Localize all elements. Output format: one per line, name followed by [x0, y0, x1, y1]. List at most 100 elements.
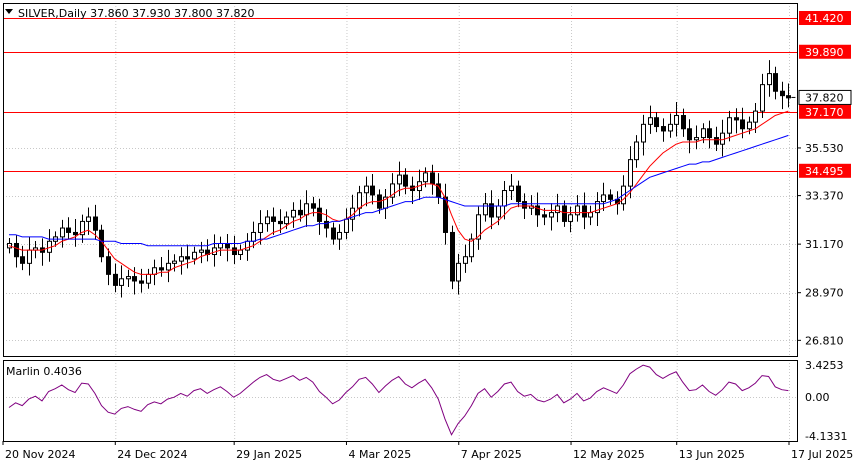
candle-body-down — [654, 117, 659, 128]
candle-body-down — [687, 128, 692, 141]
candle-body-up — [747, 121, 752, 130]
x-tick-label: 29 Jan 2025 — [236, 448, 302, 461]
candle-body-up — [549, 212, 554, 218]
candle-body-up — [648, 117, 653, 125]
candle-body-up — [218, 242, 223, 249]
candle-body-down — [132, 276, 137, 282]
candle-body-up — [701, 128, 706, 139]
candle-body-down — [185, 256, 190, 260]
y-tick-label: 26.810 — [805, 334, 844, 347]
candle-body-up — [694, 137, 699, 141]
candle-body-up — [304, 203, 309, 216]
candle-body-up — [238, 249, 243, 256]
candle-body-down — [311, 203, 316, 209]
candle-body-up — [720, 132, 725, 145]
candle-body-down — [786, 95, 791, 99]
candle-body-down — [225, 242, 230, 249]
candle-body-up — [364, 185, 369, 194]
candle-body-down — [562, 205, 567, 222]
candle-body-down — [516, 185, 521, 203]
candle-body-down — [106, 256, 111, 275]
candle-body-down — [681, 115, 686, 130]
candle-body-down — [542, 214, 547, 218]
candle-body-up — [502, 190, 507, 207]
candle-body-up — [344, 218, 349, 233]
candle-body-down — [324, 220, 329, 229]
x-tick-label: 4 Mar 2025 — [348, 448, 411, 461]
candle-body-down — [450, 231, 455, 282]
candle-body-up — [674, 115, 679, 125]
candle-body-down — [14, 242, 19, 258]
candle-body-up — [601, 194, 606, 203]
candle-body-up — [641, 123, 646, 143]
candle-body-up — [172, 260, 177, 264]
chart-canvas[interactable]: 35.530 33.370 31.170 28.970 26.810 41.420 39.8… — [0, 0, 855, 467]
candle-body-down — [298, 209, 303, 216]
candle-body-down — [430, 172, 435, 185]
candle-body-up — [555, 205, 560, 214]
candle-body-up — [119, 278, 124, 286]
candle-body-up — [245, 240, 250, 251]
candle-body-down — [370, 185, 375, 196]
candle-body-up — [60, 227, 65, 238]
candle-body-down — [522, 201, 527, 209]
candle-body-up — [265, 216, 270, 225]
candle-body-down — [740, 119, 745, 130]
candle-body-down — [714, 137, 719, 145]
candle-body-down — [317, 207, 322, 222]
candle-body-down — [582, 205, 587, 218]
candle-body-up — [258, 223, 263, 233]
candle-body-down — [331, 227, 336, 240]
y-tick-label: 35.530 — [805, 142, 844, 155]
level-price-label: 39.890 — [805, 46, 844, 59]
candle-body-down — [278, 220, 283, 225]
candle-body-up — [291, 209, 296, 218]
x-tick-label: 12 May 2025 — [573, 448, 645, 461]
candle-body-up — [397, 174, 402, 185]
candle-body-down — [113, 273, 118, 286]
candle-body-down — [159, 267, 164, 271]
candle-body-up — [126, 276, 131, 280]
candle-body-down — [232, 247, 237, 256]
candle-body-up — [357, 192, 362, 209]
candle-body-down — [139, 280, 144, 284]
header: SILVER,Daily 37.860 37.930 37.800 37.820 — [5, 7, 255, 20]
candle-body-up — [634, 141, 639, 161]
candle-body-down — [73, 231, 78, 236]
candle-body-up — [199, 249, 204, 253]
candle-body-down — [403, 174, 408, 187]
candle-body-up — [192, 251, 197, 260]
candle-body-up — [668, 123, 673, 132]
candle-body-up — [767, 73, 772, 86]
symbol-ohlc-header: SILVER,Daily 37.860 37.930 37.800 37.820 — [18, 7, 255, 20]
oscillator-y-tick-label: 3.4253 — [805, 359, 844, 372]
y-tick-label: 33.370 — [805, 190, 844, 203]
candle-body-up — [496, 205, 501, 218]
y-tick-label: 28.970 — [805, 287, 844, 300]
candle-body-up — [509, 185, 514, 192]
candle-body-up — [456, 262, 461, 282]
candle-body-down — [773, 73, 778, 92]
candle-body-down — [66, 227, 71, 233]
candle-body-down — [661, 126, 666, 132]
chart-background — [0, 0, 855, 467]
candle-body-up — [628, 159, 633, 187]
candle-body-up — [86, 216, 91, 222]
candle-body-down — [707, 128, 712, 139]
current-price-label: 37.820 — [805, 91, 844, 104]
candle-body-up — [27, 249, 32, 264]
candle-body-up — [568, 214, 573, 222]
oscillator-label: Marlin 0.4036 — [6, 365, 82, 378]
candle-body-up — [166, 262, 171, 271]
level-price-label: 34.495 — [805, 165, 844, 178]
candle-body-down — [780, 90, 785, 97]
candle-body-down — [271, 216, 276, 222]
level-price-label: 41.420 — [805, 12, 844, 25]
candle-body-up — [179, 256, 184, 262]
x-tick-label: 13 Jun 2025 — [679, 448, 745, 461]
candle-body-up — [146, 273, 151, 284]
candle-body-up — [423, 172, 428, 183]
x-tick-label: 7 Apr 2025 — [461, 448, 522, 461]
level-price-label: 37.170 — [805, 106, 844, 119]
candle-body-down — [608, 194, 613, 200]
